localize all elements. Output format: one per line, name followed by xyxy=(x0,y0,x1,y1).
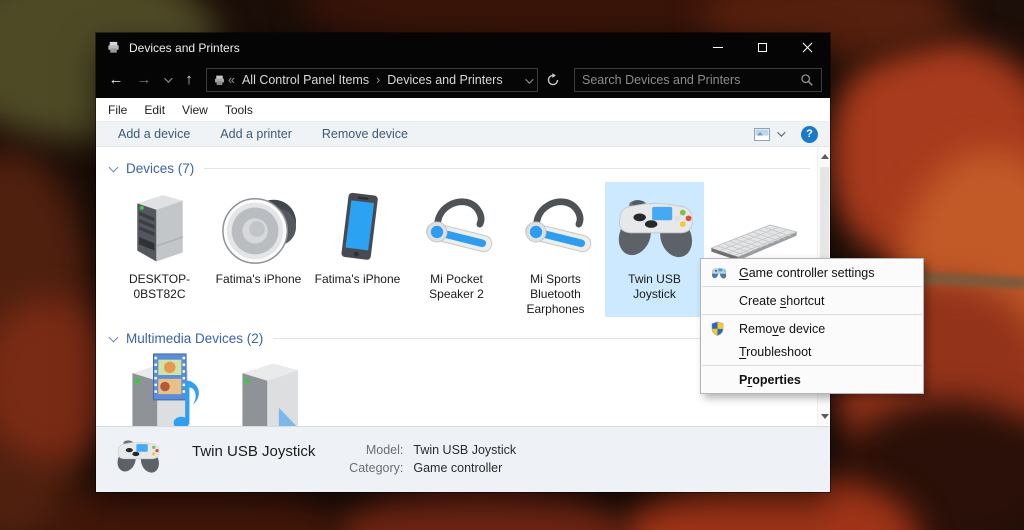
minimize-icon xyxy=(712,47,723,48)
close-icon xyxy=(802,42,813,53)
menu-item-troubleshoot[interactable]: Troubleshoot xyxy=(701,340,923,363)
media-device-tile[interactable] xyxy=(110,352,220,426)
chevron-down-icon xyxy=(164,74,173,83)
scroll-down-button[interactable] xyxy=(818,409,830,424)
context-menu: Game controller settings Create shortcut… xyxy=(700,258,924,394)
triangle-up-icon xyxy=(820,154,829,159)
device-details: Model: Twin USB Joystick Category: Game … xyxy=(341,441,516,477)
forward-button[interactable]: → xyxy=(130,68,158,92)
chevron-down-icon xyxy=(525,75,534,84)
chevron-down-icon xyxy=(777,128,786,137)
help-button[interactable]: ? xyxy=(801,125,818,143)
menu-item-label: Remove device xyxy=(739,321,826,336)
printer-icon xyxy=(213,74,226,87)
section-header-devices[interactable]: Devices (7) xyxy=(96,147,830,182)
scroll-up-button[interactable] xyxy=(818,149,830,164)
device-tile-mi-sports-earphones[interactable]: Mi Sports Bluetooth Earphones xyxy=(506,182,605,317)
category-label: Category: xyxy=(349,461,404,475)
category-value: Game controller xyxy=(413,461,503,475)
device-tile-twin-usb-joystick[interactable]: Twin USB Joystick xyxy=(605,182,704,317)
menu-item-label: Game controller settings xyxy=(739,265,875,280)
device-label: Mi Sports Bluetooth Earphones xyxy=(526,272,585,316)
smartphone-icon xyxy=(310,185,406,267)
refresh-button[interactable] xyxy=(538,73,568,87)
model-label: Model: xyxy=(365,443,404,457)
device-label: DESKTOP-0BST82C xyxy=(128,272,191,301)
close-button[interactable] xyxy=(785,33,830,62)
back-button[interactable]: ← xyxy=(102,68,130,92)
title-bar: Devices and Printers xyxy=(96,33,830,62)
window-title: Devices and Printers xyxy=(129,40,240,55)
device-tile-desktop[interactable]: DESKTOP-0BST82C xyxy=(110,182,209,317)
menu-item-remove-device[interactable]: Remove device xyxy=(701,317,923,340)
media-device-tile[interactable] xyxy=(220,352,330,426)
command-toolbar: Add a device Add a printer Remove device… xyxy=(96,121,830,147)
minimize-button[interactable] xyxy=(695,33,740,62)
question-mark-icon: ? xyxy=(806,128,813,140)
selected-device-name: Twin USB Joystick xyxy=(192,443,316,460)
chevron-down-icon xyxy=(108,162,119,172)
maximize-button[interactable] xyxy=(740,33,785,62)
menu-item-label: Create shortcut xyxy=(739,293,825,308)
refresh-icon xyxy=(547,73,559,86)
add-device-button[interactable]: Add a device xyxy=(118,127,190,141)
search-box xyxy=(574,68,822,92)
menu-separator xyxy=(702,314,922,315)
breadcrumb-item-control-panel[interactable]: All Control Panel Items xyxy=(242,73,369,87)
menu-item-game-controller-settings[interactable]: Game controller settings xyxy=(701,261,923,284)
gamepad-icon xyxy=(112,435,164,480)
device-label: Fatima's iPhone xyxy=(314,272,401,286)
view-thumbnail-icon xyxy=(754,127,770,141)
keyboard-icon xyxy=(706,185,802,267)
gamepad-icon xyxy=(607,185,703,267)
breadcrumb-root-glyph: « xyxy=(228,73,235,87)
remove-device-button[interactable]: Remove device xyxy=(322,127,408,141)
breadcrumb-separator: › xyxy=(376,73,381,87)
media-tower-music-icon xyxy=(119,352,211,426)
speaker-icon xyxy=(211,185,307,267)
device-tile-speaker[interactable]: Fatima's iPhone xyxy=(209,182,308,317)
menu-item-label: Troubleshoot xyxy=(739,344,812,359)
menu-file[interactable]: File xyxy=(108,103,127,117)
computer-tower-icon xyxy=(112,185,208,267)
bluetooth-headset-icon xyxy=(409,185,505,267)
up-button[interactable]: ↑ xyxy=(176,68,202,92)
section-label: Devices (7) xyxy=(126,161,195,176)
bluetooth-headset-icon xyxy=(508,185,604,267)
chevron-down-icon xyxy=(108,332,119,342)
menu-tools[interactable]: Tools xyxy=(225,103,253,117)
media-tower-icon xyxy=(229,352,321,426)
menu-separator xyxy=(702,286,922,287)
search-icon[interactable] xyxy=(800,73,814,87)
uac-shield-icon xyxy=(710,321,734,336)
menu-bar: File Edit View Tools xyxy=(96,98,830,121)
menu-view[interactable]: View xyxy=(182,103,208,117)
triangle-down-icon xyxy=(820,414,829,419)
device-tile-phone[interactable]: Fatima's iPhone xyxy=(308,182,407,317)
search-input[interactable] xyxy=(582,73,800,87)
section-label: Multimedia Devices (2) xyxy=(126,331,264,346)
menu-item-create-shortcut[interactable]: Create shortcut xyxy=(701,289,923,312)
change-view-button[interactable] xyxy=(754,127,786,141)
device-label: Fatima's iPhone xyxy=(215,272,302,286)
maximize-icon xyxy=(758,43,767,52)
menu-edit[interactable]: Edit xyxy=(144,103,165,117)
section-divider xyxy=(204,168,810,169)
device-label: Mi Pocket Speaker 2 xyxy=(429,272,484,301)
menu-separator xyxy=(702,365,922,366)
breadcrumb-item-devices-printers[interactable]: Devices and Printers xyxy=(387,73,502,87)
add-printer-button[interactable]: Add a printer xyxy=(220,127,292,141)
navigation-bar: ← → ↑ « All Control Panel Items › Device… xyxy=(96,62,830,98)
device-label: Twin USB Joystick xyxy=(628,272,681,301)
model-value: Twin USB Joystick xyxy=(413,443,517,457)
menu-item-label: Properties xyxy=(739,372,801,387)
address-bar[interactable]: « All Control Panel Items › Devices and … xyxy=(206,68,538,92)
status-bar: Twin USB Joystick Model: Twin USB Joysti… xyxy=(96,426,830,492)
recent-locations-button[interactable] xyxy=(158,74,176,83)
gamepad-icon xyxy=(710,266,734,279)
printer-icon xyxy=(106,40,121,55)
device-tile-mi-pocket-speaker[interactable]: Mi Pocket Speaker 2 xyxy=(407,182,506,317)
menu-item-properties[interactable]: Properties xyxy=(701,368,923,391)
address-dropdown-button[interactable] xyxy=(525,73,534,87)
